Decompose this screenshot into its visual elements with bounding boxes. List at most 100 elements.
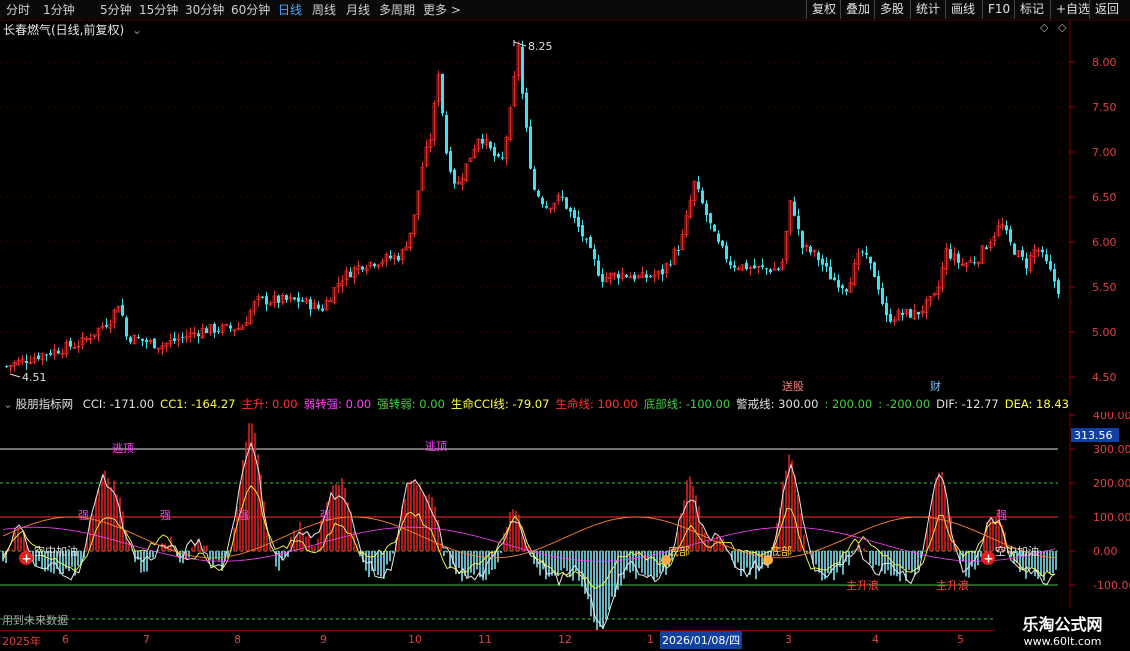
tool-draw-button[interactable]: 画线 xyxy=(945,0,980,19)
candle-body xyxy=(545,206,548,208)
candle-body xyxy=(37,355,40,360)
candle-body xyxy=(1053,268,1056,282)
price-tick-label: 8.00 xyxy=(1092,56,1117,69)
candle-body xyxy=(361,266,364,270)
plus-circle-icon: + xyxy=(984,552,994,566)
candle-body xyxy=(125,317,128,337)
candlesticks xyxy=(5,40,1060,373)
candle-body xyxy=(837,279,840,288)
period-tab-multi[interactable]: 多周期 xyxy=(379,1,415,19)
bottom-dot-icon xyxy=(763,555,773,565)
candle-body xyxy=(797,215,800,230)
add-position-label: 空中加油 xyxy=(34,544,78,558)
price-tick-label: 6.00 xyxy=(1092,236,1117,249)
period-tab-15min[interactable]: 15分钟 xyxy=(139,1,178,19)
period-tab-month[interactable]: 月线 xyxy=(346,1,370,19)
candle-body xyxy=(713,224,716,232)
event-marker-2[interactable]: 财 xyxy=(930,379,941,393)
period-tab-fenshi[interactable]: 分时 xyxy=(6,1,30,19)
bottom-label: 底部 xyxy=(668,544,690,558)
candle-body xyxy=(529,126,532,169)
candle-body xyxy=(869,256,872,264)
candle-body xyxy=(301,300,304,302)
tool-f10-button[interactable]: F10 xyxy=(982,0,1015,19)
candle-body xyxy=(525,92,528,128)
tool-back-button[interactable]: 返回 xyxy=(1089,0,1124,19)
candle-body xyxy=(328,300,333,303)
candle-body xyxy=(217,330,220,332)
indicator-tick-label: -100.00 xyxy=(1093,579,1130,592)
time-axis-label: 8 xyxy=(234,633,241,646)
candle-body xyxy=(677,250,680,252)
candle-body xyxy=(569,208,572,212)
candle-body xyxy=(69,340,72,347)
time-axis-label: 11 xyxy=(478,633,492,646)
candle-body xyxy=(561,196,564,198)
candle-body xyxy=(769,269,772,272)
main-rise-label: 主升浪 xyxy=(846,578,879,592)
price-chart[interactable]: 8.00 7.50 7.00 6.50 6.00 5.50 5.00 4.50 8.25 4.… xyxy=(0,20,1130,395)
tool-multi-stock-button[interactable]: 多股 xyxy=(874,0,909,19)
period-tab-1min[interactable]: 1分钟 xyxy=(43,1,75,19)
indicator-name[interactable]: 股朋指标网 xyxy=(16,397,74,411)
indicator-value: DEA: 18.43 xyxy=(1004,397,1069,411)
indicator-chart[interactable]: 400.00300.00200.00100.000.00-100.00-200.… xyxy=(0,412,1130,630)
collapse-icon[interactable]: ⌄ xyxy=(3,397,13,411)
candle-body xyxy=(197,333,200,337)
candle-body xyxy=(181,336,184,338)
candle-body xyxy=(261,296,264,298)
time-axis-label: 7 xyxy=(143,633,150,646)
candle-body xyxy=(697,181,700,190)
candle-body xyxy=(317,304,320,309)
watermark: 乐淘公式网 www.60lt.com xyxy=(995,608,1130,650)
candle-body xyxy=(761,265,764,268)
candle-body xyxy=(501,157,504,159)
candle-body xyxy=(873,262,876,278)
candle-body xyxy=(633,274,636,280)
candle-body xyxy=(861,251,864,253)
future-data-note: 用到未来数据 xyxy=(2,613,68,627)
candle-body xyxy=(453,169,456,184)
candle-body xyxy=(777,268,780,270)
candle-body xyxy=(765,268,768,270)
period-tab-5min[interactable]: 5分钟 xyxy=(100,1,132,19)
period-tab-30min[interactable]: 30分钟 xyxy=(185,1,224,19)
tool-mark-button[interactable]: 标记 xyxy=(1014,0,1049,19)
time-axis-label: 4 xyxy=(872,633,879,646)
candle-body xyxy=(541,197,544,205)
period-tab-60min[interactable]: 60分钟 xyxy=(231,1,270,19)
tool-stats-button[interactable]: 统计 xyxy=(910,0,945,19)
candle-body xyxy=(985,247,988,250)
add-position-label: 空中加油 xyxy=(995,544,1039,558)
tool-fuquan-button[interactable]: 复权 xyxy=(806,0,841,19)
indicator-tick-label: 0.00 xyxy=(1093,545,1118,558)
time-axis-label: 5 xyxy=(957,633,964,646)
period-tab-week[interactable]: 周线 xyxy=(312,1,336,19)
candle-body xyxy=(649,275,652,277)
candle-body xyxy=(597,260,600,276)
candle-body xyxy=(833,277,836,281)
candle-body xyxy=(865,252,868,255)
candle-body xyxy=(129,337,132,343)
candle-body xyxy=(817,252,820,261)
candle-body xyxy=(25,361,28,364)
indicator-value: 强转弱: 0.00 xyxy=(377,397,445,411)
bottom-label: 底部 xyxy=(770,544,792,558)
candle-body xyxy=(701,190,704,204)
candle-body xyxy=(1025,258,1028,269)
price-tick-label: 5.50 xyxy=(1092,281,1117,294)
period-tab-day[interactable]: 日线 xyxy=(278,1,302,19)
period-tab-more[interactable]: 更多 > xyxy=(423,1,461,19)
plus-circle-icon: + xyxy=(22,552,32,566)
weak-to-strong-label: 强 xyxy=(78,509,89,522)
price-grid xyxy=(0,61,1070,378)
time-axis-label: 3 xyxy=(785,633,792,646)
tool-overlay-button[interactable]: 叠加 xyxy=(840,0,875,19)
candle-body xyxy=(1009,229,1012,243)
time-axis: 2025年 6 7 8 9 10 11 12 1 2026/01/08/四 3 … xyxy=(0,630,1070,651)
candle-body xyxy=(709,213,712,224)
candle-body xyxy=(141,338,144,341)
candle-body xyxy=(1041,249,1044,253)
event-marker-1[interactable]: 送股 xyxy=(782,379,804,393)
candle-body xyxy=(373,263,376,267)
